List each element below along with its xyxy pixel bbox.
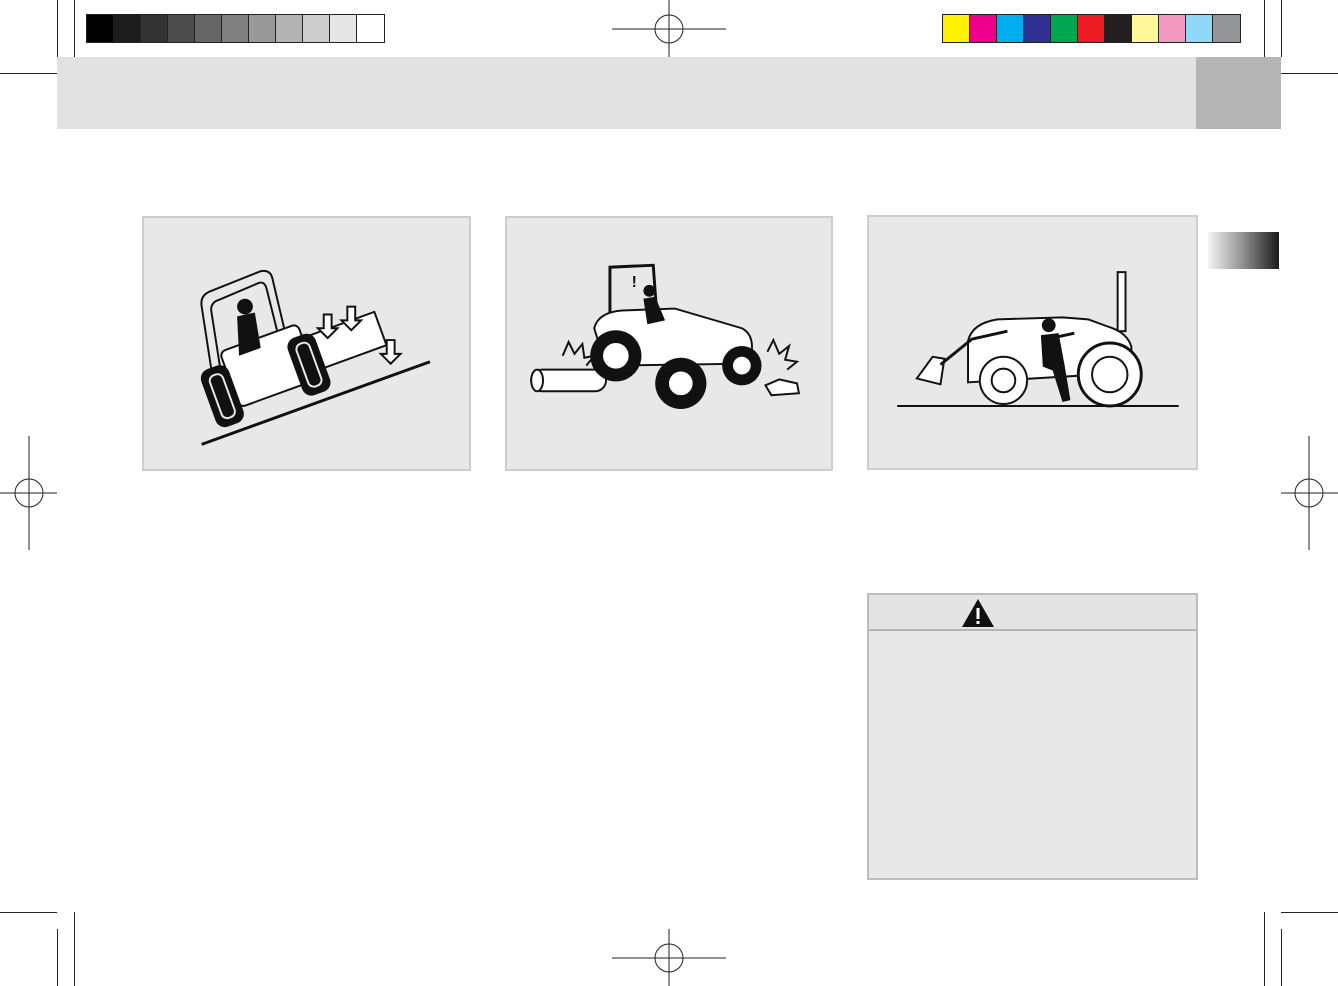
gray-swatch-3: [141, 15, 168, 42]
tractor-hitting-obstacles-icon: !: [530, 263, 801, 409]
color-swatch-9: [1159, 15, 1186, 42]
color-swatch-7: [1105, 15, 1132, 42]
registration-mark-bottom: [612, 929, 726, 986]
color-swatch-3: [997, 15, 1024, 42]
figure-operator-mounting: [867, 215, 1198, 470]
color-calibration-bar: [942, 14, 1241, 43]
color-swatch-4: [1024, 15, 1051, 42]
figure-tractor-on-slope: [142, 216, 471, 471]
grayscale-calibration-bar: [86, 14, 385, 43]
operator-mounting-tractor-icon: [897, 271, 1179, 408]
gray-swatch-7: [249, 15, 276, 42]
page-header-tab: [1196, 57, 1281, 129]
gray-swatch-10: [330, 15, 357, 42]
gray-swatch-11: [357, 15, 384, 42]
svg-text:!: !: [632, 274, 637, 291]
warning-box: [867, 593, 1198, 880]
color-swatch-8: [1132, 15, 1159, 42]
page-header-band: [57, 57, 1196, 129]
gray-swatch-5: [195, 15, 222, 42]
color-swatch-1: [943, 15, 970, 42]
gray-swatch-6: [222, 15, 249, 42]
gray-swatch-8: [276, 15, 303, 42]
figure-tractor-obstacles: !: [505, 216, 833, 471]
registration-mark-left: [0, 436, 57, 550]
color-swatch-5: [1051, 15, 1078, 42]
color-swatch-2: [970, 15, 997, 42]
registration-mark-right: [1281, 436, 1338, 550]
color-swatch-6: [1078, 15, 1105, 42]
gray-swatch-1: [87, 15, 114, 42]
warning-header: [869, 595, 1196, 631]
gray-swatch-4: [168, 15, 195, 42]
tractor-on-slope-icon: [200, 269, 431, 446]
warning-triangle-icon: [962, 599, 994, 627]
gray-swatch-2: [114, 15, 141, 42]
color-swatch-11: [1213, 15, 1240, 42]
gray-swatch-9: [303, 15, 330, 42]
chapter-index-tab: [1208, 232, 1279, 269]
registration-mark-top: [612, 0, 726, 57]
color-swatch-10: [1186, 15, 1213, 42]
